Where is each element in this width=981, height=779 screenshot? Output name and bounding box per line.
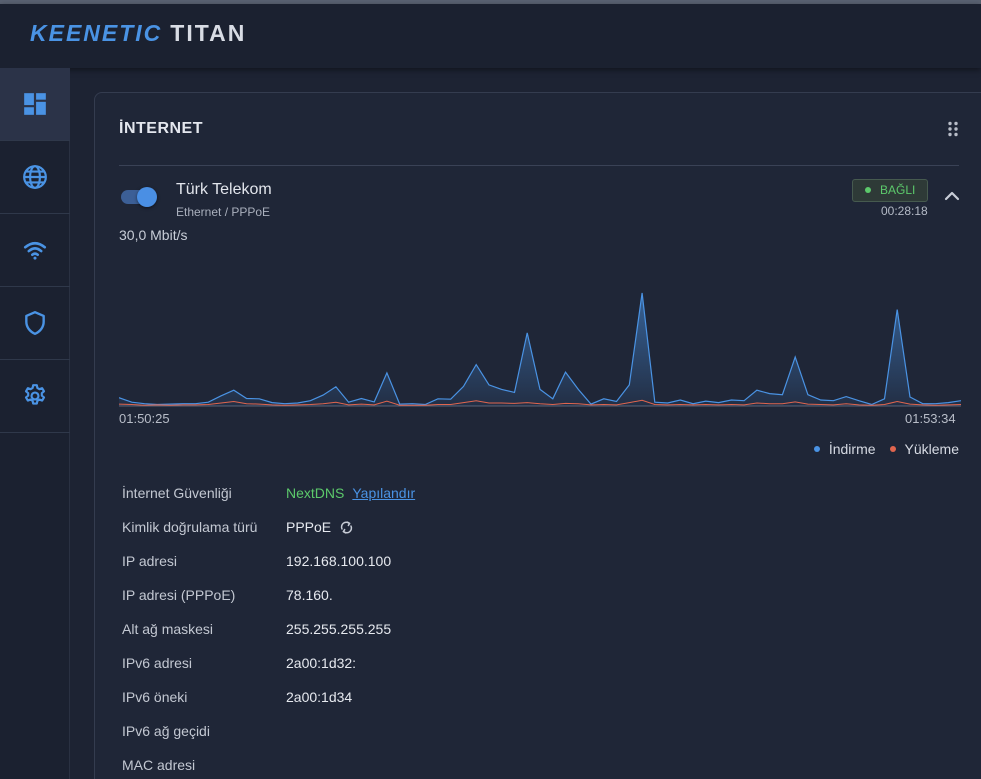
- sidebar-item-settings[interactable]: [0, 360, 70, 433]
- status-badge: BAĞLI: [852, 179, 929, 202]
- info-value: 78.160.: [286, 587, 333, 603]
- info-value-nextdns: NextDNS Yapılandır: [286, 485, 415, 501]
- info-value: 2a00:1d32:: [286, 655, 357, 671]
- download-series-line: [119, 292, 961, 406]
- legend-upload: Yükleme: [889, 441, 959, 457]
- info-value: 2a00:1d34: [286, 689, 353, 705]
- connection-type: Ethernet / PPPoE: [176, 205, 271, 219]
- info-value: 192.168.100.100: [286, 553, 392, 569]
- info-row-ipv6-gateway: IPv6 ağ geçidi: [122, 714, 942, 748]
- info-label: IPv6 öneki: [122, 689, 188, 705]
- info-label: IP adresi: [122, 553, 177, 569]
- sidebar-item-dashboard[interactable]: [0, 68, 70, 141]
- info-row-ip-pppoe: IP adresi (PPPoE) 78.160.: [122, 578, 942, 612]
- info-label: İnternet Güvenliği: [122, 485, 232, 501]
- info-label: IPv6 ağ geçidi: [122, 723, 210, 739]
- legend-download: İndirme: [813, 441, 876, 457]
- keenetic-logo[interactable]: KEENETIC TITAN: [30, 20, 246, 47]
- toggle-knob: [137, 187, 157, 207]
- info-row-ip: IP adresi 192.168.100.100: [122, 544, 942, 578]
- globe-icon: [23, 165, 47, 189]
- logo-model: TITAN: [170, 20, 247, 46]
- info-value-auth: PPPoE: [286, 519, 354, 535]
- gear-icon: [24, 384, 46, 405]
- status-text: BAĞLI: [880, 183, 916, 197]
- sidebar-item-wifi[interactable]: [0, 214, 70, 287]
- logo-brand: KEENETIC: [30, 20, 163, 46]
- legend-download-swatch: [813, 446, 820, 452]
- legend-download-label: İndirme: [828, 441, 876, 457]
- legend-upload-swatch: [889, 446, 896, 452]
- shield-icon: [25, 310, 45, 336]
- uptime-text: 00:28:18: [881, 204, 928, 218]
- info-row-auth-type: Kimlik doğrulama türü PPPoE: [122, 510, 942, 544]
- info-label: Alt ağ maskesi: [122, 621, 214, 637]
- status-dot: [865, 187, 871, 193]
- traffic-chart: [119, 291, 961, 411]
- panel-title: İNTERNET: [119, 120, 203, 137]
- info-label: IP adresi (PPPoE): [122, 587, 236, 603]
- refresh-icon[interactable]: [339, 520, 354, 535]
- dashboard-icon: [24, 93, 46, 115]
- info-row-ipv6-prefix: IPv6 öneki 2a00:1d34: [122, 680, 942, 714]
- info-row-subnet: Alt ağ maskesi 255.255.255.255: [122, 612, 942, 646]
- info-label: Kimlik doğrulama türü: [122, 519, 258, 535]
- chart-legend: İndirme Yükleme: [813, 441, 959, 457]
- configure-link[interactable]: Yapılandır: [352, 485, 415, 501]
- connection-name: Türk Telekom: [176, 181, 272, 198]
- app-header: KEENETIC TITAN: [0, 4, 981, 68]
- auth-type-text: PPPoE: [286, 519, 332, 535]
- info-label: IPv6 adresi: [122, 655, 193, 671]
- nextdns-text: NextDNS: [286, 485, 345, 501]
- chevron-up-icon[interactable]: [943, 189, 961, 203]
- sidebar-item-security[interactable]: [0, 287, 70, 360]
- x-axis-end-label: 01:53:34: [905, 411, 956, 426]
- info-row-security: İnternet Güvenliği NextDNS Yapılandır: [122, 476, 942, 510]
- legend-upload-label: Yükleme: [904, 441, 959, 457]
- connection-info-list: İnternet Güvenliği NextDNS Yapılandır Ki…: [122, 476, 942, 779]
- panel-divider: [119, 165, 959, 166]
- x-axis-start-label: 01:50:25: [119, 411, 170, 426]
- max-rate-label: 30,0 Mbit/s: [119, 227, 188, 243]
- sidebar: [0, 68, 70, 779]
- info-row-mac: MAC adresi: [122, 748, 942, 779]
- info-value: 255.255.255.255: [286, 621, 392, 637]
- drag-dots-icon[interactable]: [947, 121, 959, 137]
- connection-toggle[interactable]: [119, 186, 159, 208]
- wifi-icon: [23, 241, 47, 260]
- sidebar-item-internet[interactable]: [0, 141, 70, 214]
- info-row-ipv6: IPv6 adresi 2a00:1d32:: [122, 646, 942, 680]
- internet-panel: İNTERNET Türk Telekom Ethernet / PPPoE B…: [94, 92, 981, 779]
- info-label: MAC adresi: [122, 757, 196, 773]
